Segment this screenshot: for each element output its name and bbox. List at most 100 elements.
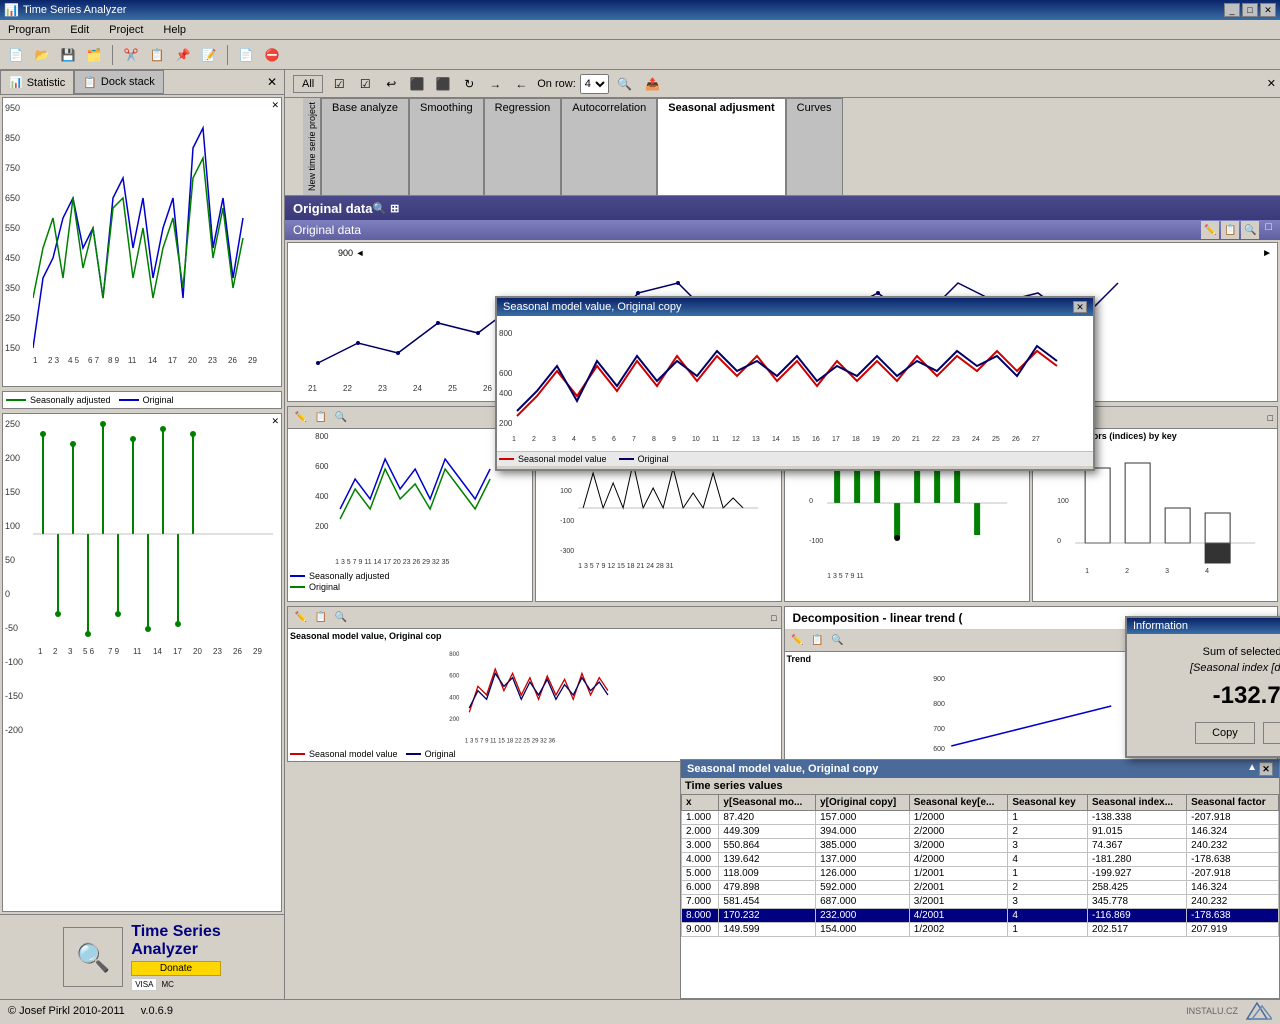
table-cell: 3.000 (682, 839, 719, 853)
tab-regression[interactable]: Regression (484, 98, 562, 195)
table-row[interactable]: 9.000149.599154.0001/20021202.517207.919 (682, 923, 1279, 937)
tb2-btn9[interactable]: 🔍 (613, 72, 637, 96)
tb2-btn5[interactable]: ⬛ (431, 72, 455, 96)
legend-original: Original (119, 395, 174, 405)
table-row[interactable]: 6.000479.898592.0002/20012258.425146.324 (682, 881, 1279, 895)
tab-base-analyze[interactable]: Base analyze (321, 98, 409, 195)
sub-close[interactable]: □ (1265, 221, 1272, 239)
decomp-btn1[interactable]: ✏️ (789, 632, 807, 650)
svg-text:18: 18 (852, 436, 860, 443)
menu-help[interactable]: Help (159, 22, 190, 38)
table-cell: -181.280 (1087, 853, 1186, 867)
svg-text:11: 11 (133, 647, 142, 656)
modal-close-btn[interactable]: ✕ (1073, 301, 1087, 313)
table-row[interactable]: 1.00087.420157.0001/20001-138.338-207.91… (682, 811, 1279, 825)
sa-btn1[interactable]: ✏️ (292, 409, 310, 427)
info-buttons: Copy Close (1139, 722, 1280, 744)
tab-dock-stack[interactable]: 📋 Dock stack (74, 70, 164, 94)
copy-button-info[interactable]: Copy (1195, 722, 1255, 744)
menu-project[interactable]: Project (105, 22, 147, 38)
table-cell: 1/2002 (909, 923, 1008, 937)
tb2-btn4[interactable]: ⬛ (405, 72, 429, 96)
svg-text:17: 17 (832, 436, 840, 443)
table-scroll[interactable]: x y[Seasonal mo... y[Original copy] Seas… (681, 794, 1279, 984)
table-cell: 345.778 (1087, 895, 1186, 909)
table-cell: 74.367 (1087, 839, 1186, 853)
svg-text:6: 6 (612, 436, 616, 443)
sub-btn3[interactable]: 🔍 (1241, 221, 1259, 239)
tb2-btn1[interactable]: ☑ (327, 72, 351, 96)
svg-text:10: 10 (692, 436, 700, 443)
table-row[interactable]: 7.000581.454687.0003/20013345.778240.232 (682, 895, 1279, 909)
close-button-info[interactable]: Close (1263, 722, 1280, 744)
decomp-btn3[interactable]: 🔍 (829, 632, 847, 650)
svg-text:22: 22 (932, 436, 940, 443)
modal-chart-svg: 800 600 400 200 1 2 3 4 5 6 (497, 316, 1077, 446)
save-all-button[interactable]: 🗂️ (82, 43, 106, 67)
close-chart2[interactable]: ✕ (271, 416, 279, 427)
all-button[interactable]: All (293, 75, 323, 93)
table-row[interactable]: 5.000118.009126.0001/20011-199.927-207.9… (682, 867, 1279, 881)
cut-button[interactable]: ✂️ (119, 43, 143, 67)
tool5[interactable]: 📝 (197, 43, 221, 67)
maximize-button[interactable]: □ (1242, 3, 1258, 17)
sub-btn2[interactable]: 📋 (1221, 221, 1239, 239)
panel-close[interactable]: ✕ (260, 70, 284, 94)
smv-btn1[interactable]: ✏️ (292, 609, 310, 627)
pdf-button[interactable]: 📄 (234, 43, 258, 67)
sub-btn1[interactable]: ✏️ (1201, 221, 1219, 239)
panel-close-right[interactable]: ✕ (1267, 77, 1276, 90)
new-button[interactable]: 📄 (4, 43, 28, 67)
sa-btn2[interactable]: 📋 (312, 409, 330, 427)
project-sidebar[interactable]: New time serie project (303, 98, 321, 195)
tab-curves[interactable]: Curves (786, 98, 843, 195)
tab-smoothing[interactable]: Smoothing (409, 98, 484, 195)
donate-button[interactable]: Donate (131, 961, 221, 976)
table-scroll-up[interactable]: ▲ (1247, 762, 1257, 776)
tb2-btn10[interactable]: 📤 (641, 72, 665, 96)
svg-text:1 3 5 7 9 12 15 18 21 24 28 31: 1 3 5 7 9 12 15 18 21 24 28 31 (578, 563, 673, 570)
tb2-btn3[interactable]: ↩ (379, 72, 403, 96)
smv-btn3[interactable]: 🔍 (332, 609, 350, 627)
on-row-select[interactable]: 4321 (580, 74, 609, 94)
section-expand[interactable]: ⊞ (390, 202, 399, 215)
save-button[interactable]: 💾 (56, 43, 80, 67)
menu-program[interactable]: Program (4, 22, 54, 38)
table-row[interactable]: 8.000170.232232.0004/20014-116.869-178.6… (682, 909, 1279, 923)
tab-autocorrelation[interactable]: Autocorrelation (561, 98, 657, 195)
tb2-btn6[interactable]: ↻ (457, 72, 481, 96)
svg-text:100: 100 (560, 488, 572, 495)
menu-edit[interactable]: Edit (66, 22, 93, 38)
table-close[interactable]: ✕ (1259, 762, 1273, 776)
table-cell: 4 (1008, 853, 1088, 867)
table-row[interactable]: 4.000139.642137.0004/20004-181.280-178.6… (682, 853, 1279, 867)
table-cell: 258.425 (1087, 881, 1186, 895)
close-button[interactable]: ✕ (1260, 3, 1276, 17)
paste-button[interactable]: 📌 (171, 43, 195, 67)
svg-text:4: 4 (572, 436, 576, 443)
stop-button[interactable]: ⛔ (260, 43, 284, 67)
table-row[interactable]: 2.000449.309394.0002/2000291.015146.324 (682, 825, 1279, 839)
app-title: Time Series Analyzer (23, 4, 127, 16)
copy-button[interactable]: 📋 (145, 43, 169, 67)
tb2-btn8[interactable]: ← (509, 72, 533, 96)
sa-btn3[interactable]: 🔍 (332, 409, 350, 427)
sk-close[interactable]: □ (1268, 413, 1273, 423)
open-button[interactable]: 📂 (30, 43, 54, 67)
tab-seasonal[interactable]: Seasonal adjusment (657, 98, 785, 195)
table-row[interactable]: 3.000550.864385.0003/2000374.367240.232 (682, 839, 1279, 853)
smv-btn2[interactable]: 📋 (312, 609, 330, 627)
table-cell: 5.000 (682, 867, 719, 881)
left-chart-1: ✕ 950850750 650550450 350250150 1 2 3 4 … (2, 97, 282, 387)
decomp-btn2[interactable]: 📋 (809, 632, 827, 650)
svg-text:100: 100 (1057, 498, 1069, 505)
svg-text:1 3 5 7 9 11 14 17 20 23 26 29: 1 3 5 7 9 11 14 17 20 23 26 29 32 35 (335, 559, 449, 566)
smv-close[interactable]: □ (771, 613, 776, 623)
section-zoom[interactable]: 🔍 (372, 202, 386, 215)
tb2-btn7[interactable]: → (483, 72, 507, 96)
tb2-btn2[interactable]: ☑ (353, 72, 377, 96)
minimize-button[interactable]: _ (1224, 3, 1240, 17)
close-chart1[interactable]: ✕ (271, 100, 279, 111)
tab-statistic[interactable]: 📊 Statistic (0, 70, 74, 94)
scroll-right[interactable]: ► (1262, 248, 1272, 259)
